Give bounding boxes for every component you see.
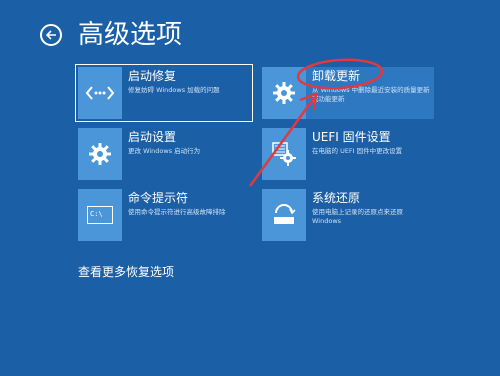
tile-description: 在电脑的 UEFI 固件中更改设置 (312, 147, 403, 155)
annotation-overlay (248, 58, 384, 187)
gear-icon (273, 82, 295, 104)
tile-description: 更改 Windows 启动行为 (128, 147, 201, 155)
tile-label: 系统还原 (312, 191, 361, 205)
gear-icon (89, 143, 111, 165)
tile-label: 命令提示符 (128, 191, 189, 205)
code-brackets-icon (85, 86, 115, 100)
tile-command-prompt[interactable]: C:\ 命令提示符 使用命令提示符进行高级故障排除 (78, 189, 250, 241)
tile-description: 使用命令提示符进行高级故障排除 (128, 208, 226, 216)
back-arrow-icon (45, 30, 56, 40)
tile-label: 启动修复 (128, 69, 177, 83)
firmware-gear-icon (272, 142, 296, 166)
tile-description: 修复妨碍 Windows 加载的问题 (128, 86, 220, 94)
system-restore-icon (274, 204, 296, 224)
tile-uninstall-updates[interactable]: 卸载更新 从 Windows 中删除最近安装的质量更新或功能更新 (262, 67, 434, 119)
tile-label: 启动设置 (128, 130, 177, 144)
page-title: 高级选项 (78, 20, 183, 50)
tile-label: 卸载更新 (312, 69, 361, 83)
tile-description: 使用电脑上记录的还原点来还原 Windows (312, 208, 403, 225)
more-recovery-options-link[interactable]: 查看更多恢复选项 (78, 264, 174, 280)
command-prompt-icon: C:\ (87, 206, 113, 224)
tile-uefi-firmware-settings[interactable]: UEFI 固件设置 在电脑的 UEFI 固件中更改设置 (262, 128, 434, 180)
back-button[interactable] (40, 24, 62, 46)
tile-startup-repair[interactable]: 启动修复 修复妨碍 Windows 加载的问题 (75, 64, 253, 122)
tile-description: 从 Windows 中删除最近安装的质量更新或功能更新 (312, 86, 430, 103)
tile-startup-settings[interactable]: 启动设置 更改 Windows 启动行为 (78, 128, 250, 180)
tile-label: UEFI 固件设置 (312, 130, 391, 144)
tile-system-restore[interactable]: 系统还原 使用电脑上记录的还原点来还原 Windows (262, 189, 434, 241)
